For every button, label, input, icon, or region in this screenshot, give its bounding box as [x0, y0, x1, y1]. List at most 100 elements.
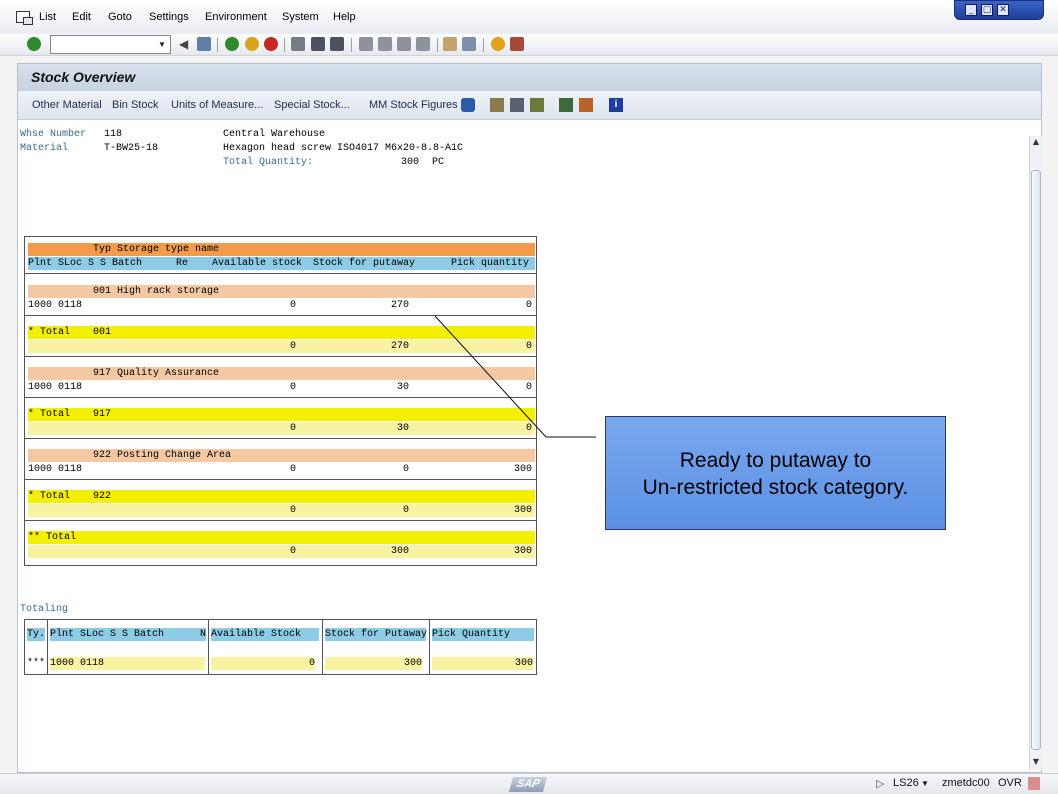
- material-description: Hexagon head screw ISO4017 M6x20-8.8-A1C: [223, 143, 464, 154]
- td-plnt-sloc[interactable]: 1000 0118: [50, 657, 205, 670]
- subtotal-label: * Total: [28, 409, 71, 420]
- enter-check-icon[interactable]: [27, 37, 41, 51]
- list-header-columns: Plnt SLoc S S Batch Re Available stock S…: [28, 257, 535, 270]
- save-icon[interactable]: [197, 37, 211, 51]
- next-page-icon[interactable]: [397, 37, 411, 51]
- back-arrow-icon[interactable]: ◀: [179, 37, 188, 51]
- menu-screen-icon[interactable]: [16, 11, 33, 25]
- system-dropdown-icon[interactable]: ▼: [921, 779, 929, 788]
- info-icon[interactable]: i: [609, 98, 623, 112]
- column-divider: [47, 620, 48, 674]
- annotation-callout: Ready to putaway to Un-restricted stock …: [605, 416, 946, 530]
- storage-type-row[interactable]: 917 Quality Assurance: [28, 367, 535, 380]
- cancel-icon[interactable]: [264, 37, 278, 51]
- header-pick-quantity: Pick quantity: [451, 258, 530, 269]
- filter-icon[interactable]: [530, 98, 544, 112]
- subtotal-type: 917: [93, 409, 112, 420]
- menu-system[interactable]: System: [282, 11, 319, 23]
- column-divider: [429, 620, 430, 674]
- pick-quantity-value: 0: [525, 382, 532, 393]
- menu-goto[interactable]: Goto: [108, 11, 132, 23]
- chevron-down-icon[interactable]: ▼: [156, 37, 168, 52]
- layout-menu-icon[interactable]: [510, 37, 524, 51]
- scroll-thumb[interactable]: [1031, 170, 1041, 750]
- list-header-type: Typ Storage type name: [28, 243, 535, 256]
- material-value: T-BW25-18: [104, 143, 159, 154]
- subtotal-label: * Total: [28, 327, 71, 338]
- last-page-icon[interactable]: [416, 37, 430, 51]
- subtotal-putaway: 30: [396, 423, 409, 434]
- shortcut-icon[interactable]: [462, 37, 476, 51]
- subtotal-type: 922: [93, 491, 112, 502]
- header-available-stock: Available stock: [212, 258, 303, 269]
- header-re: Re: [176, 258, 189, 269]
- print-icon[interactable]: [291, 37, 305, 51]
- callout-line-2: Un-restricted stock category.: [642, 476, 909, 499]
- list-divider: [25, 438, 536, 439]
- subtotal-values-row[interactable]: 0 0 300: [28, 504, 535, 517]
- storage-type-row[interactable]: 001 High rack storage: [28, 285, 535, 298]
- whse-description: Central Warehouse: [223, 129, 326, 140]
- back-icon[interactable]: [225, 37, 239, 51]
- details-icon[interactable]: [490, 98, 504, 112]
- help-icon[interactable]: [491, 37, 505, 51]
- mm-stock-figures-button[interactable]: MM Stock Figures: [369, 99, 458, 111]
- totaling-table: Ty. Plnt SLoc S S Batch N Available Stoc…: [24, 619, 537, 675]
- subtotal-putaway: 0: [402, 505, 409, 516]
- menu-environment[interactable]: Environment: [205, 11, 267, 23]
- print-list-icon[interactable]: [510, 98, 524, 112]
- command-field[interactable]: ▼: [50, 35, 171, 54]
- pick-quantity-value: 0: [525, 300, 532, 311]
- grand-total-putaway: 300: [390, 546, 409, 557]
- sum-icon[interactable]: [559, 98, 573, 112]
- td-stock-for-putaway[interactable]: 300: [325, 657, 422, 670]
- toolbar-separator: [483, 38, 484, 52]
- list-divider: [25, 520, 536, 521]
- vertical-scrollbar[interactable]: ▲ ▼: [1029, 136, 1042, 770]
- server-field: zmetdc00: [942, 777, 990, 789]
- putaway-value: 30: [396, 382, 409, 393]
- find-icon[interactable]: [311, 37, 325, 51]
- exit-icon[interactable]: [245, 37, 259, 51]
- stock-data-row[interactable]: 1000 0118 0 30 0: [28, 381, 535, 394]
- system-field: LS26: [893, 777, 919, 789]
- new-session-icon[interactable]: [443, 37, 457, 51]
- menu-edit[interactable]: Edit: [72, 11, 91, 23]
- other-material-button[interactable]: Other Material: [32, 99, 102, 111]
- subtotal-row[interactable]: * Total 917: [28, 408, 535, 421]
- first-page-icon[interactable]: [359, 37, 373, 51]
- stock-data-row[interactable]: 1000 0118 0 0 300: [28, 463, 535, 476]
- subtotal-row[interactable]: * Total 001: [28, 326, 535, 339]
- td-pick-quantity[interactable]: 300: [432, 657, 533, 670]
- storage-type-row[interactable]: 922 Posting Change Area: [28, 449, 535, 462]
- status-toggle-icon[interactable]: ▷: [876, 777, 884, 790]
- scroll-down-icon[interactable]: ▼: [1030, 756, 1042, 768]
- units-of-measure-button[interactable]: Units of Measure...: [171, 99, 263, 111]
- stock-data-row[interactable]: 1000 0118 0 270 0: [28, 299, 535, 312]
- subtotal-icon[interactable]: [579, 98, 593, 112]
- previous-page-icon[interactable]: [378, 37, 392, 51]
- minimize-icon[interactable]: _: [965, 4, 977, 16]
- close-window-icon[interactable]: ✕: [997, 4, 1009, 16]
- bin-stock-button[interactable]: Bin Stock: [112, 99, 158, 111]
- find-next-icon[interactable]: [330, 37, 344, 51]
- menu-list[interactable]: List: [39, 11, 56, 23]
- column-divider: [322, 620, 323, 674]
- scroll-up-icon[interactable]: ▲: [1030, 136, 1042, 148]
- menu-help[interactable]: Help: [333, 11, 356, 23]
- td-available-stock[interactable]: 0: [211, 657, 315, 670]
- special-stock-button[interactable]: Special Stock...: [274, 99, 350, 111]
- restore-icon[interactable]: ▢: [981, 4, 993, 16]
- menu-settings[interactable]: Settings: [149, 11, 189, 23]
- subtotal-available: 0: [289, 341, 296, 352]
- available-stock-value: 0: [289, 382, 296, 393]
- refresh-icon[interactable]: [461, 98, 475, 112]
- grand-total-row[interactable]: ** Total: [28, 531, 535, 544]
- material-label: Material: [20, 143, 69, 154]
- grand-total-values-row[interactable]: 0 300 300: [28, 545, 535, 558]
- subtotal-values-row[interactable]: 0 30 0: [28, 422, 535, 435]
- subtotal-row[interactable]: * Total 922: [28, 490, 535, 503]
- subtotal-available: 0: [289, 505, 296, 516]
- subtotal-values-row[interactable]: 0 270 0: [28, 340, 535, 353]
- header-plnt-sloc: Plnt SLoc S S Batch: [28, 258, 143, 269]
